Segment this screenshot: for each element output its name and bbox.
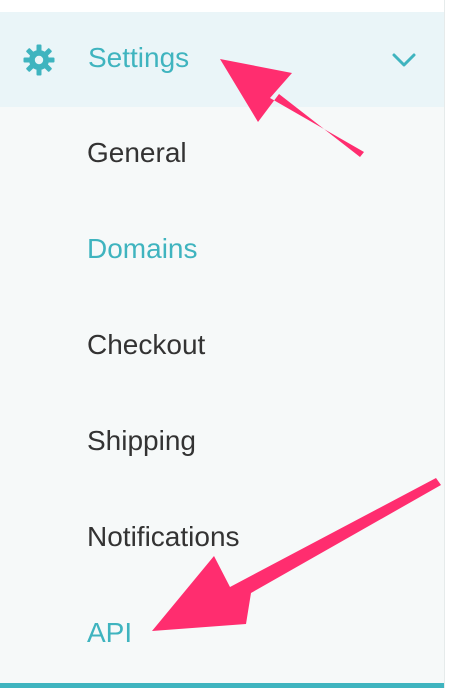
menu-item-label: Domains (87, 233, 198, 264)
bottom-divider (0, 683, 444, 688)
right-gutter (444, 0, 464, 688)
settings-menu-item-checkout[interactable]: Checkout (0, 299, 444, 395)
menu-item-label: General (87, 137, 187, 168)
settings-menu-item-notifications[interactable]: Notifications (0, 491, 444, 587)
settings-sidebar-screenshot: Settings General Domains Checkout Shippi… (0, 0, 464, 688)
menu-item-label: Notifications (87, 521, 240, 552)
settings-menu-item-shipping[interactable]: Shipping (0, 395, 444, 491)
settings-label: Settings (88, 42, 190, 73)
menu-item-label: Shipping (87, 425, 196, 456)
sidebar: Settings General Domains Checkout Shippi… (0, 0, 444, 688)
gear-icon (23, 44, 55, 76)
settings-menu-header[interactable]: Settings (0, 12, 444, 107)
settings-menu-item-api[interactable]: API (0, 587, 444, 683)
menu-item-label: API (87, 617, 133, 648)
settings-menu-item-general[interactable]: General (0, 107, 444, 203)
top-strip (0, 0, 444, 12)
menu-item-label: Checkout (87, 329, 206, 360)
chevron-down-icon[interactable] (391, 52, 417, 68)
settings-menu-item-domains[interactable]: Domains (0, 203, 444, 299)
